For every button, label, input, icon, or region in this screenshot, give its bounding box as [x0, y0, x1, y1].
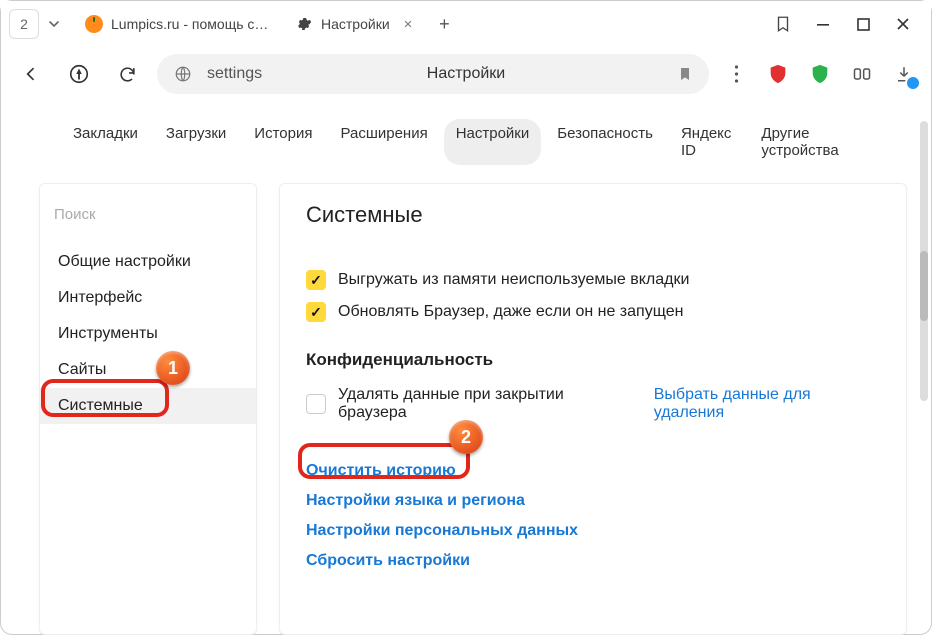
check-unload-tabs[interactable]: Выгружать из памяти неиспользуемые вклад…: [306, 270, 880, 290]
sidebar-item-general[interactable]: Общие настройки: [40, 244, 256, 280]
checkbox-icon[interactable]: [306, 394, 326, 414]
tab-settings[interactable]: Настройки ×: [283, 5, 424, 43]
check-label: Удалять данные при закрытии браузера: [338, 386, 630, 422]
sidebar-item-tools[interactable]: Инструменты: [40, 316, 256, 352]
globe-icon: [173, 64, 193, 84]
bookmark-filled-icon[interactable]: [677, 66, 693, 82]
sidebar-item-system[interactable]: Системные: [40, 388, 256, 424]
window-maximize-button[interactable]: [843, 9, 883, 39]
navtab-bookmarks[interactable]: Закладки: [61, 119, 150, 165]
new-tab-button[interactable]: +: [430, 10, 458, 38]
link-personal-data[interactable]: Настройки персональных данных: [306, 522, 880, 540]
window-close-button[interactable]: [883, 9, 923, 39]
settings-sidebar: Поиск Общие настройки Интерфейс Инструме…: [39, 183, 257, 635]
reload-button[interactable]: [109, 56, 145, 92]
tab-lumpics[interactable]: Lumpics.ru - помощь с ком: [73, 5, 283, 43]
protect-shield-icon[interactable]: [805, 59, 835, 89]
downloads-icon[interactable]: [889, 59, 919, 89]
sidebar-search[interactable]: Поиск: [54, 198, 242, 230]
page-heading: Настройки: [427, 65, 505, 83]
check-label: Выгружать из памяти неиспользуемые вклад…: [338, 271, 689, 289]
titlebar: 2 Lumpics.ru - помощь с ком Настройки × …: [1, 1, 931, 47]
yandex-home-icon[interactable]: [61, 56, 97, 92]
link-reset-settings[interactable]: Сбросить настройки: [306, 552, 880, 570]
tab-count-button[interactable]: 2: [9, 9, 39, 39]
navtab-history[interactable]: История: [242, 119, 324, 165]
navtab-extensions[interactable]: Расширения: [328, 119, 439, 165]
check-label: Обновлять Браузер, даже если он не запущ…: [338, 303, 683, 321]
checkbox-icon[interactable]: [306, 302, 326, 322]
annotation-marker-2: 2: [449, 420, 483, 454]
annotation-marker-1: 1: [156, 351, 190, 385]
choose-data-link[interactable]: Выбрать данные для удаления: [654, 386, 880, 422]
navtab-downloads[interactable]: Загрузки: [154, 119, 238, 165]
adblock-shield-icon[interactable]: [763, 59, 793, 89]
address-row: settings Настройки: [1, 47, 931, 101]
scrollbar-thumb[interactable]: [920, 251, 928, 321]
navtab-settings[interactable]: Настройки: [444, 119, 542, 165]
navtab-security[interactable]: Безопасность: [545, 119, 665, 165]
tabs-dropdown-icon[interactable]: [45, 9, 63, 39]
tab-group: 2 Lumpics.ru - помощь с ком Настройки × …: [9, 5, 458, 43]
link-clear-history[interactable]: Очистить историю: [306, 462, 880, 480]
check-clear-on-exit[interactable]: Удалять данные при закрытии браузера Выб…: [306, 386, 880, 422]
sidebar-item-interface[interactable]: Интерфейс: [40, 280, 256, 316]
tab-label: Lumpics.ru - помощь с ком: [111, 16, 271, 32]
window-minimize-button[interactable]: [803, 9, 843, 39]
settings-nav-tabs: Закладки Загрузки История Расширения Нас…: [1, 101, 931, 183]
back-button[interactable]: [13, 56, 49, 92]
url-text: settings: [207, 65, 262, 83]
close-icon[interactable]: ×: [404, 16, 413, 33]
link-lang-region[interactable]: Настройки языка и региона: [306, 492, 880, 510]
checkbox-icon[interactable]: [306, 270, 326, 290]
address-bar[interactable]: settings Настройки: [157, 54, 709, 94]
gear-icon: [295, 15, 313, 33]
settings-content: Системные hidden Выгружать из памяти неи…: [279, 183, 907, 635]
kebab-menu-icon[interactable]: [721, 59, 751, 89]
privacy-heading: Конфиденциальность: [306, 350, 880, 370]
main-area: Поиск Общие настройки Интерфейс Инструме…: [1, 183, 931, 635]
extensions-icon[interactable]: [847, 59, 877, 89]
check-update-browser[interactable]: Обновлять Браузер, даже если он не запущ…: [306, 302, 880, 322]
content-title: Системные: [306, 202, 880, 228]
orange-favicon-icon: [85, 15, 103, 33]
navtab-yandexid[interactable]: Яндекс ID: [669, 119, 745, 165]
bookmark-outline-icon[interactable]: [763, 9, 803, 39]
scrollbar[interactable]: [920, 121, 928, 401]
navtab-devices[interactable]: Другие устройства: [749, 119, 871, 165]
tab-label: Настройки: [321, 16, 390, 32]
sidebar-item-sites[interactable]: Сайты: [40, 352, 256, 388]
